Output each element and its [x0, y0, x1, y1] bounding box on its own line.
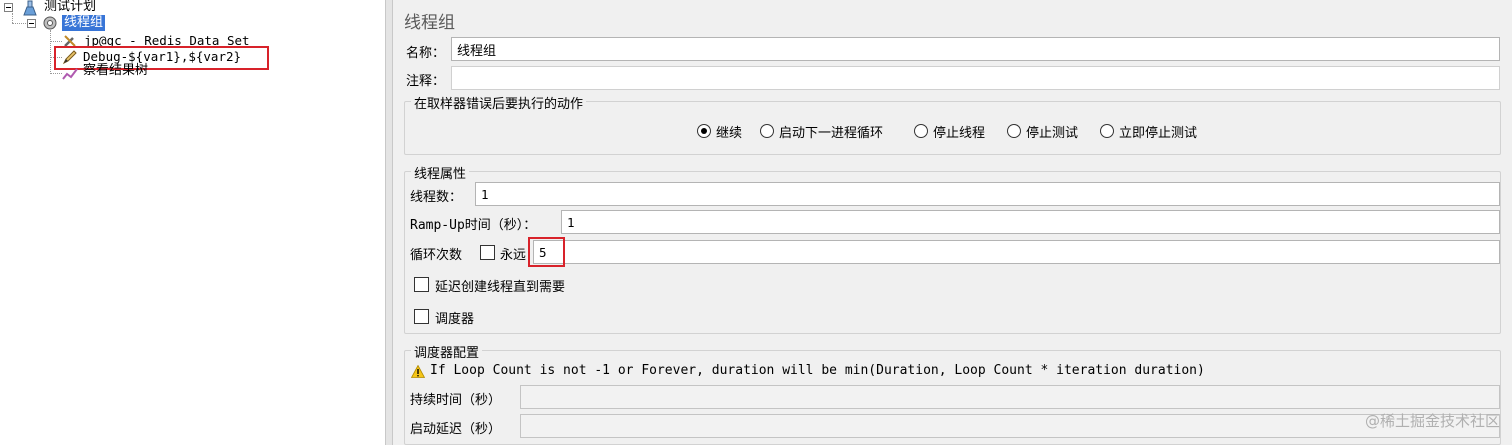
duration-input[interactable]	[520, 385, 1500, 409]
radio-stop-test[interactable]	[1007, 124, 1021, 138]
tree-connector	[12, 23, 28, 24]
group-title: 在取样器错误后要执行的动作	[411, 93, 587, 112]
radio-stop-thread[interactable]	[914, 124, 928, 138]
chart-icon	[62, 68, 78, 80]
delay-thread-creation-checkbox[interactable]	[414, 277, 429, 292]
tree-node-label: 测试计划	[44, 0, 97, 14]
rampup-label: Ramp-Up时间（秒）：	[410, 214, 536, 233]
startup-delay-input[interactable]	[520, 414, 1500, 438]
forever-checkbox[interactable]	[480, 245, 495, 260]
pane-splitter[interactable]	[385, 0, 393, 445]
page-title: 线程组	[404, 13, 455, 33]
radio-start-next-loop[interactable]	[760, 124, 774, 138]
threads-label: 线程数：	[410, 190, 463, 205]
comment-label: 注释：	[406, 74, 446, 89]
radio-label: 立即停止测试	[1119, 126, 1198, 141]
test-plan-tree[interactable]: 测试计划 线程组 jp@gc - Redis Data Set Debug-${…	[0, 0, 385, 445]
radio-label: 继续	[716, 126, 743, 141]
loop-count-label: 循环次数	[410, 248, 463, 263]
radio-label: 启动下一进程循环	[779, 126, 884, 141]
radio-stop-test-now[interactable]	[1100, 124, 1114, 138]
warning-icon	[411, 365, 425, 378]
tree-connector	[50, 41, 62, 42]
tree-node-label: 线程组	[62, 15, 106, 31]
tree-connector	[12, 13, 13, 23]
highlight-box	[528, 237, 565, 267]
radio-label: 停止线程	[933, 126, 986, 141]
group-title: 线程属性	[411, 163, 470, 182]
rampup-label-prefix: Ramp-Up	[410, 218, 465, 233]
threads-input[interactable]	[475, 182, 1500, 206]
radio-continue[interactable]	[697, 124, 711, 138]
gear-icon	[43, 16, 57, 30]
watermark: @稀土掘金技术社区	[1364, 412, 1500, 430]
comment-input[interactable]	[451, 66, 1500, 90]
startup-delay-label: 启动延迟（秒）	[410, 422, 502, 437]
name-label: 名称：	[406, 46, 446, 61]
collapse-toggle-root[interactable]	[4, 3, 13, 12]
group-title: 调度器配置	[411, 342, 483, 361]
delay-thread-creation-label: 延迟创建线程直到需要	[435, 280, 566, 295]
warning-text: If Loop Count is not -1 or Forever, dura…	[430, 363, 1205, 378]
collapse-toggle-thread-group[interactable]	[27, 19, 36, 28]
tree-node-label: 察看结果树	[83, 63, 149, 78]
duration-label: 持续时间（秒）	[410, 393, 502, 408]
thread-group-panel: 线程组 名称： 注释： 在取样器错误后要执行的动作 继续 启动下一进程循环 停止…	[393, 0, 1512, 445]
tree-connector	[50, 30, 51, 74]
loop-count-input[interactable]	[533, 240, 1500, 264]
rampup-label-suffix: 时间（秒）：	[464, 218, 537, 233]
radio-label: 停止测试	[1026, 126, 1079, 141]
tree-connector	[50, 73, 62, 74]
rampup-input[interactable]	[561, 210, 1500, 234]
forever-label: 永远	[500, 248, 527, 263]
scheduler-checkbox[interactable]	[414, 309, 429, 324]
scheduler-label: 调度器	[435, 312, 475, 327]
name-input[interactable]	[451, 37, 1500, 61]
flask-icon	[23, 0, 37, 16]
